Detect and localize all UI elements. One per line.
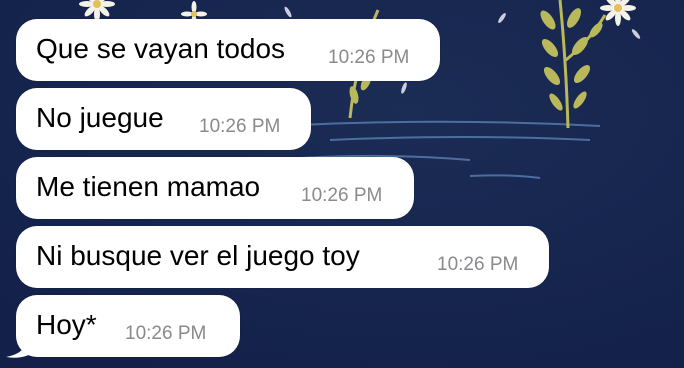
message-text: Ni busque ver el juego toy xyxy=(36,240,360,271)
message-timestamp: 10:26 PM xyxy=(199,116,281,137)
message-bubble[interactable]: Ni busque ver el juego toy 10:26 PM xyxy=(16,226,549,288)
message-text: Que se vayan todos xyxy=(36,33,286,64)
message-text: No juegue xyxy=(36,102,164,133)
message-text: Hoy* xyxy=(36,309,97,340)
message-timestamp: 10:26 PM xyxy=(125,323,207,344)
message-bubble[interactable]: No juegue 10:26 PM xyxy=(16,88,311,150)
message-timestamp: 10:26 PM xyxy=(301,185,383,206)
message-bubble[interactable]: Hoy* 10:26 PM xyxy=(16,295,240,357)
message-bubble[interactable]: Me tienen mamao 10:26 PM xyxy=(16,157,414,219)
message-bubble[interactable]: Que se vayan todos 10:26 PM xyxy=(16,19,440,81)
message-text: Me tienen mamao xyxy=(36,171,261,202)
message-timestamp: 10:26 PM xyxy=(437,254,519,275)
message-timestamp: 10:26 PM xyxy=(328,47,410,68)
